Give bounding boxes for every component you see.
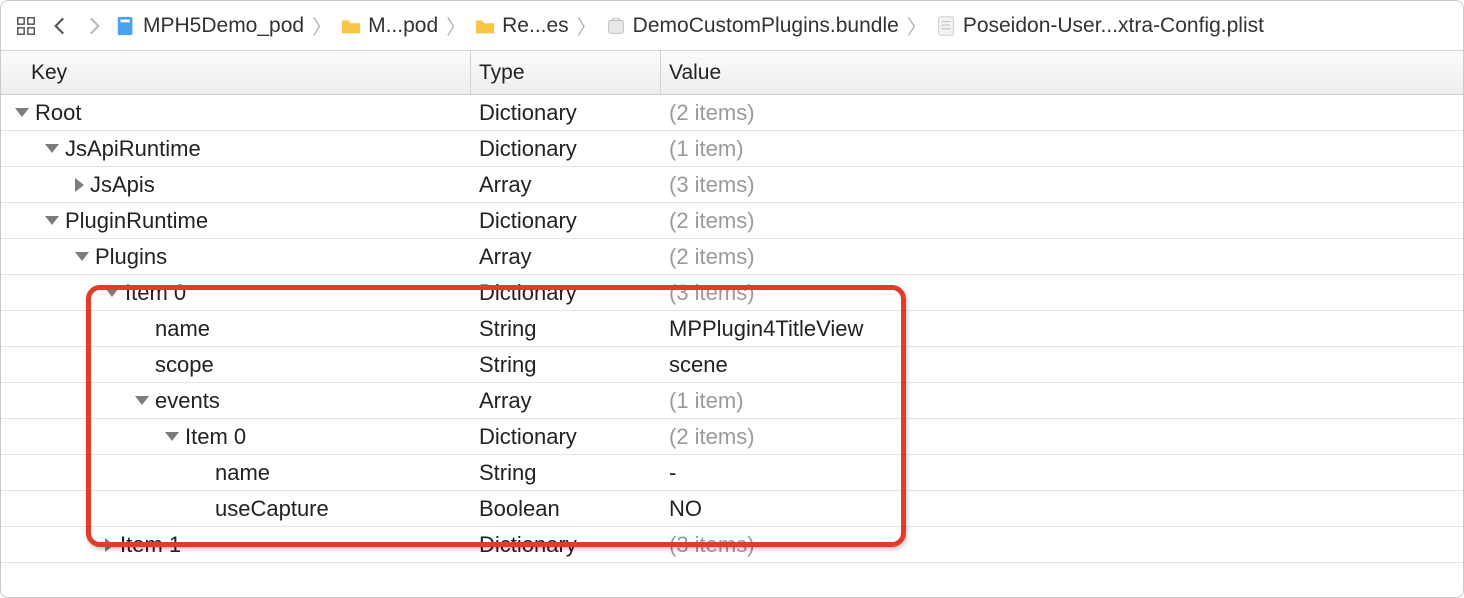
row-value: (3 items): [661, 532, 1463, 558]
disclosure-spacer: [195, 502, 209, 516]
table-row[interactable]: Item 0 Dictionary(3 items): [1, 275, 1463, 311]
table-row[interactable]: name StringMPPlugin4TitleView: [1, 311, 1463, 347]
disclosure-triangle-icon[interactable]: [45, 144, 59, 153]
chevron-right-icon: 〉: [905, 11, 929, 40]
row-value: (3 items): [661, 280, 1463, 306]
column-header-type[interactable]: Type: [471, 51, 661, 94]
disclosure-triangle-icon[interactable]: [165, 432, 179, 441]
row-value: (1 item): [661, 136, 1463, 162]
breadcrumb-label: DemoCustomPlugins.bundle: [633, 14, 899, 38]
row-key[interactable]: name: [215, 460, 270, 486]
breadcrumb[interactable]: MPH5Demo_pod: [113, 14, 306, 38]
row-value[interactable]: -: [661, 460, 1463, 486]
row-key[interactable]: Root: [35, 100, 81, 126]
disclosure-triangle-icon[interactable]: [105, 538, 114, 552]
table-row[interactable]: PluginRuntime Dictionary(2 items): [1, 203, 1463, 239]
row-key[interactable]: scope: [155, 352, 214, 378]
disclosure-triangle-icon[interactable]: [45, 216, 59, 225]
disclosure-spacer: [135, 322, 149, 336]
breadcrumb-label: M...pod: [368, 14, 438, 38]
folder-icon: [340, 15, 362, 37]
disclosure-spacer: [135, 358, 149, 372]
table-row[interactable]: scope Stringscene: [1, 347, 1463, 383]
disclosure-triangle-icon[interactable]: [15, 108, 29, 117]
breadcrumb[interactable]: Poseidon-User...xtra-Config.plist: [933, 14, 1266, 38]
related-items-icon[interactable]: [11, 11, 41, 41]
chevron-right-icon: 〉: [310, 11, 334, 40]
row-key[interactable]: name: [155, 316, 210, 342]
disclosure-triangle-icon[interactable]: [75, 252, 89, 261]
breadcrumb-label: MPH5Demo_pod: [143, 14, 304, 38]
row-value: (3 items): [661, 172, 1463, 198]
disclosure-triangle-icon[interactable]: [135, 396, 149, 405]
row-type[interactable]: Dictionary: [471, 532, 661, 558]
row-value[interactable]: scene: [661, 352, 1463, 378]
row-key[interactable]: Item 1: [120, 532, 181, 558]
row-type[interactable]: Dictionary: [471, 100, 661, 126]
chevron-right-icon: 〉: [444, 11, 468, 40]
row-value: (2 items): [661, 100, 1463, 126]
folder-icon: [474, 15, 496, 37]
breadcrumb[interactable]: DemoCustomPlugins.bundle: [603, 14, 901, 38]
table-row[interactable]: Item 1 Dictionary(3 items): [1, 527, 1463, 563]
row-type[interactable]: String: [471, 352, 661, 378]
path-bar: MPH5Demo_pod 〉 M...pod 〉 Re...es 〉 DemoC…: [1, 1, 1463, 51]
breadcrumb-label: Re...es: [502, 14, 569, 38]
column-header-value[interactable]: Value: [661, 51, 1463, 94]
row-value[interactable]: NO: [661, 496, 1463, 522]
row-type[interactable]: String: [471, 460, 661, 486]
breadcrumb[interactable]: M...pod: [338, 14, 440, 38]
row-type[interactable]: Dictionary: [471, 424, 661, 450]
row-type[interactable]: Dictionary: [471, 280, 661, 306]
nav-forward-button[interactable]: [79, 11, 109, 41]
column-header-key[interactable]: Key: [1, 51, 471, 94]
disclosure-triangle-icon[interactable]: [75, 178, 84, 192]
row-value: (1 item): [661, 388, 1463, 414]
row-key[interactable]: useCapture: [215, 496, 329, 522]
row-type[interactable]: String: [471, 316, 661, 342]
disclosure-spacer: [195, 466, 209, 480]
row-key[interactable]: JsApiRuntime: [65, 136, 201, 162]
plist-rows: RootDictionary(2 items)JsApiRuntimeDicti…: [1, 95, 1463, 563]
row-key[interactable]: Plugins: [95, 244, 167, 270]
table-row[interactable]: events Array(1 item): [1, 383, 1463, 419]
row-value: (2 items): [661, 244, 1463, 270]
column-header: Key Type Value: [1, 51, 1463, 95]
breadcrumb-label: Poseidon-User...xtra-Config.plist: [963, 14, 1264, 38]
plist-editor-window: MPH5Demo_pod 〉 M...pod 〉 Re...es 〉 DemoC…: [0, 0, 1464, 598]
table-row[interactable]: Root Dictionary(2 items): [1, 95, 1463, 131]
table-row[interactable]: Item 0 Dictionary(2 items): [1, 419, 1463, 455]
row-key[interactable]: events: [155, 388, 220, 414]
row-type[interactable]: Dictionary: [471, 136, 661, 162]
plist-file-icon: [935, 15, 957, 37]
row-key[interactable]: Item 0: [125, 280, 186, 306]
row-type[interactable]: Array: [471, 172, 661, 198]
table-row[interactable]: JsApis Array(3 items): [1, 167, 1463, 203]
row-type[interactable]: Array: [471, 244, 661, 270]
breadcrumb[interactable]: Re...es: [472, 14, 571, 38]
row-key[interactable]: Item 0: [185, 424, 246, 450]
row-type[interactable]: Array: [471, 388, 661, 414]
row-value: (2 items): [661, 208, 1463, 234]
chevron-right-icon: 〉: [575, 11, 599, 40]
table-row[interactable]: Plugins Array(2 items): [1, 239, 1463, 275]
row-key[interactable]: JsApis: [90, 172, 155, 198]
table-row[interactable]: JsApiRuntime Dictionary(1 item): [1, 131, 1463, 167]
project-icon: [115, 15, 137, 37]
table-row[interactable]: name String-: [1, 455, 1463, 491]
nav-back-button[interactable]: [45, 11, 75, 41]
row-value[interactable]: MPPlugin4TitleView: [661, 316, 1463, 342]
disclosure-triangle-icon[interactable]: [105, 288, 119, 297]
bundle-icon: [605, 15, 627, 37]
table-row[interactable]: useCapture BooleanNO: [1, 491, 1463, 527]
row-value: (2 items): [661, 424, 1463, 450]
row-key[interactable]: PluginRuntime: [65, 208, 208, 234]
row-type[interactable]: Boolean: [471, 496, 661, 522]
row-type[interactable]: Dictionary: [471, 208, 661, 234]
